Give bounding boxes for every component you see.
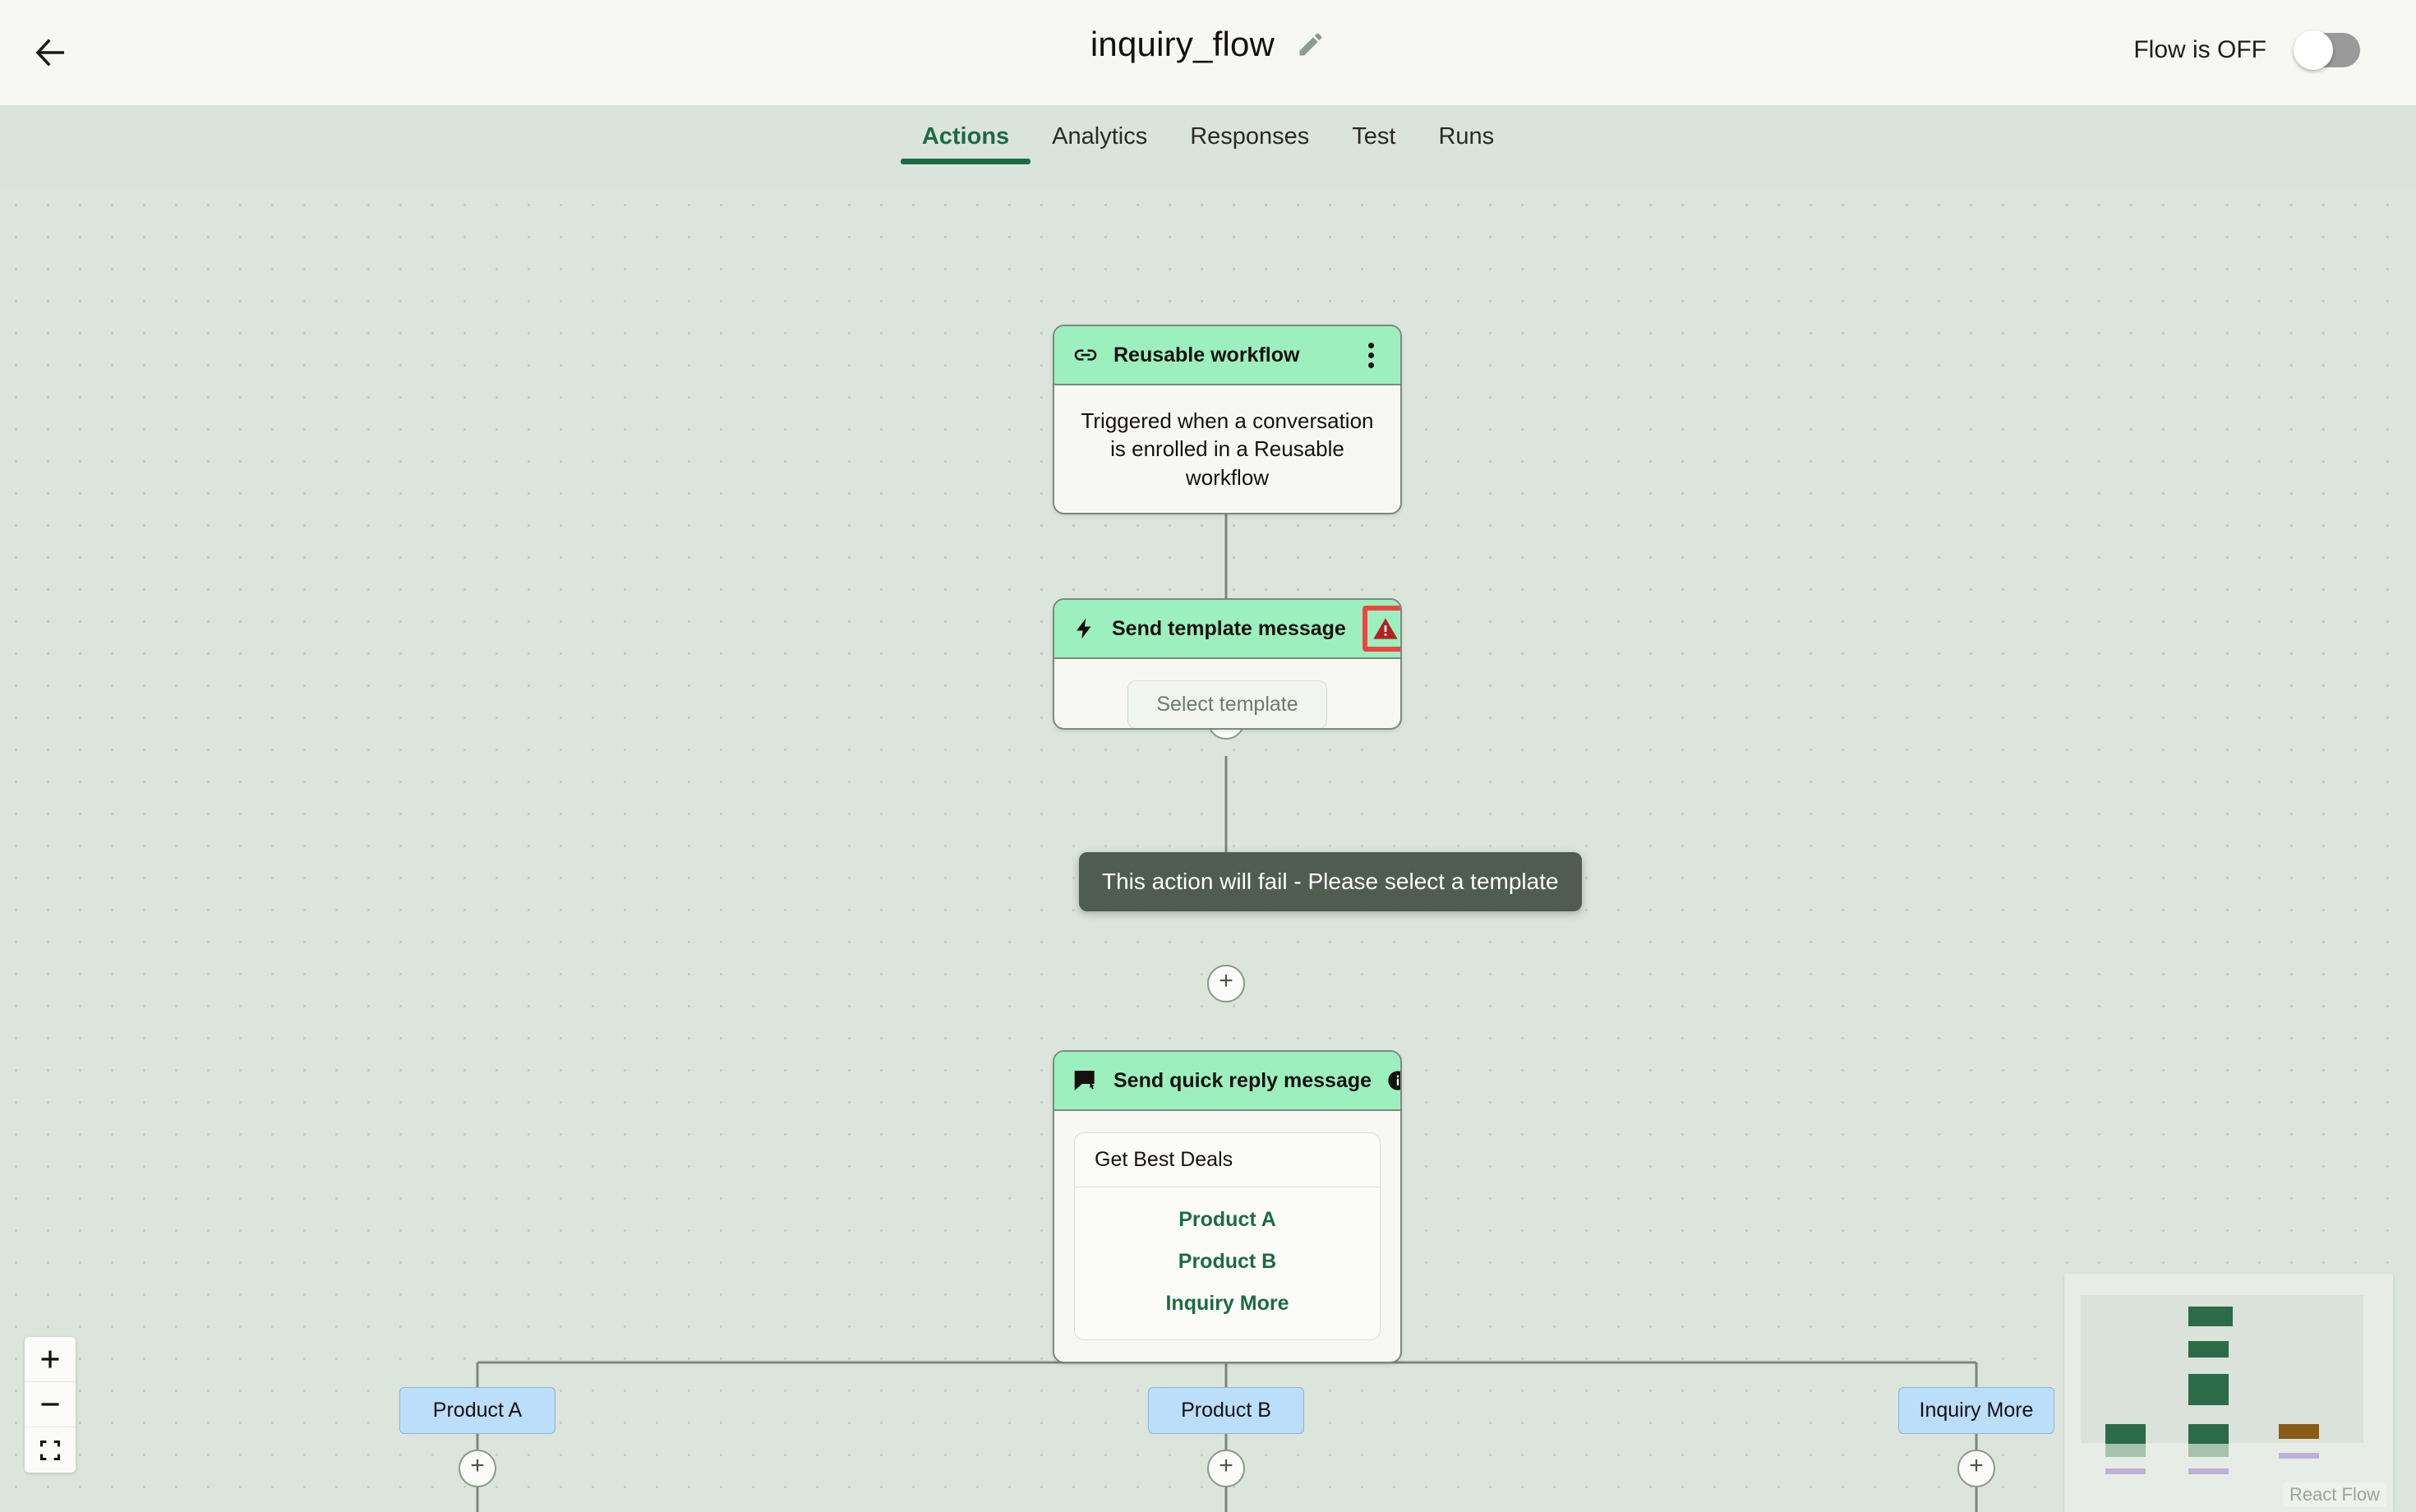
pencil-icon — [1299, 33, 1322, 56]
node-title: Send template message — [1112, 616, 1346, 640]
plus-icon — [41, 1350, 59, 1368]
node-body: Select template — [1054, 659, 1400, 728]
branch-label-product-b[interactable]: Product B — [1148, 1387, 1304, 1434]
tab-analytics[interactable]: Analytics — [1030, 105, 1169, 150]
mm-quick-reply — [2188, 1374, 2229, 1405]
zoom-controls — [25, 1337, 76, 1473]
mm-sub-mid — [2188, 1444, 2229, 1457]
node-title: Reusable workflow — [1113, 343, 1300, 366]
quick-reply-option-product-a[interactable]: Product A — [1075, 1199, 1380, 1241]
react-flow-attribution: React Flow — [2282, 1482, 2386, 1507]
toggle-knob — [2294, 30, 2333, 70]
tab-actions-label: Actions — [921, 123, 1010, 150]
quick-reply-option-product-b[interactable]: Product B — [1075, 1241, 1380, 1283]
kebab-menu-icon[interactable] — [1360, 338, 1382, 373]
tab-runs[interactable]: Runs — [1417, 105, 1515, 150]
tab-responses[interactable]: Responses — [1169, 105, 1330, 150]
flow-state-group: Flow is OFF — [2133, 30, 2360, 70]
add-node-branch-inquiry-more[interactable]: + — [1957, 1450, 1995, 1487]
node-reusable-workflow-trigger[interactable]: Reusable workflow Triggered when a conve… — [1053, 325, 1402, 514]
mm-enroll — [2279, 1424, 2319, 1439]
fit-view-icon — [39, 1440, 61, 1460]
trigger-description: Triggered when a conversation is enrolle… — [1081, 408, 1374, 490]
zoom-out-button[interactable] — [25, 1382, 76, 1427]
mm-image-mid — [2188, 1424, 2229, 1444]
info-icon[interactable] — [1386, 1069, 1400, 1092]
warning-triangle-icon[interactable] — [1362, 606, 1400, 652]
quick-reply-option-inquiry-more[interactable]: Inquiry More — [1075, 1283, 1380, 1325]
select-template-button[interactable]: Select template — [1127, 680, 1327, 728]
flow-canvas[interactable]: Reusable workflow Triggered when a conve… — [0, 189, 2416, 1512]
warning-tooltip: This action will fail - Please select a … — [1079, 852, 1582, 911]
zoom-in-button[interactable] — [25, 1337, 76, 1382]
mm-tail-right — [2279, 1453, 2319, 1459]
mm-sub-left — [2105, 1444, 2146, 1457]
flow-state-label: Flow is OFF — [2133, 36, 2266, 63]
edit-title-button[interactable] — [1296, 30, 1326, 59]
minimap[interactable]: React Flow — [2064, 1274, 2393, 1512]
page-title: inquiry_flow — [1090, 25, 1275, 63]
chat-bubble-icon — [1072, 1067, 1099, 1094]
node-send-template-message[interactable]: Send template message Select template — [1053, 598, 1402, 730]
quick-reply-card-title: Get Best Deals — [1075, 1133, 1380, 1187]
mm-trigger — [2188, 1307, 2233, 1326]
quick-reply-card: Get Best Deals Product A Product B Inqui… — [1074, 1132, 1381, 1340]
add-node-after-template[interactable]: + — [1207, 965, 1245, 1003]
minus-icon — [41, 1403, 59, 1406]
mm-tail-left — [2105, 1468, 2146, 1474]
top-bar: inquiry_flow Flow is OFF — [0, 0, 2416, 105]
node-send-quick-reply-message[interactable]: Send quick reply message Get Best Deals … — [1053, 1050, 1402, 1363]
tab-bar: Actions Analytics Responses Test Runs — [0, 105, 2416, 189]
tab-test-label: Test — [1352, 123, 1396, 150]
flow-title-group: inquiry_flow — [0, 25, 2416, 64]
node-body: Triggered when a conversation is enrolle… — [1054, 385, 1400, 513]
tab-analytics-label: Analytics — [1052, 123, 1148, 150]
tab-actions[interactable]: Actions — [900, 105, 1031, 164]
node-header: Reusable workflow — [1054, 326, 1400, 385]
node-header: Send quick reply message — [1054, 1052, 1400, 1111]
fit-view-button[interactable] — [25, 1427, 76, 1473]
mm-template — [2188, 1341, 2229, 1358]
add-node-branch-product-b[interactable]: + — [1207, 1450, 1245, 1487]
node-body: Get Best Deals Product A Product B Inqui… — [1054, 1111, 1400, 1362]
node-header: Send template message — [1054, 600, 1400, 659]
tab-responses-label: Responses — [1190, 123, 1310, 150]
mm-tail-mid — [2188, 1468, 2229, 1474]
tab-test[interactable]: Test — [1330, 105, 1417, 150]
node-title: Send quick reply message — [1113, 1068, 1372, 1092]
lightning-bolt-icon — [1072, 615, 1097, 642]
branch-label-product-a[interactable]: Product A — [399, 1387, 556, 1434]
branch-label-inquiry-more[interactable]: Inquiry More — [1898, 1387, 2054, 1434]
add-node-branch-product-a[interactable]: + — [459, 1450, 496, 1487]
quick-reply-options: Product A Product B Inquiry More — [1075, 1187, 1380, 1339]
mm-image-left — [2105, 1424, 2146, 1444]
link-icon — [1072, 342, 1099, 368]
flow-enable-toggle[interactable] — [2294, 30, 2360, 70]
tab-runs-label: Runs — [1438, 123, 1495, 150]
